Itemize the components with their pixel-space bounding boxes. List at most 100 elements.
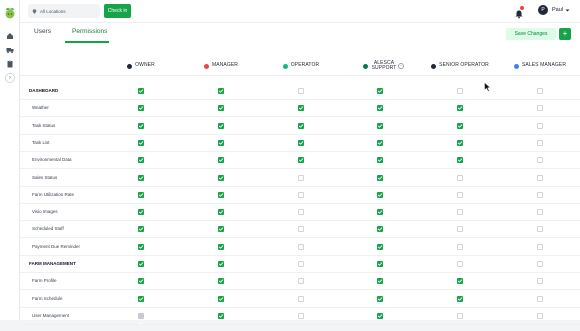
- permission-checkbox-unchecked[interactable]: [537, 243, 543, 250]
- tab-users[interactable]: Users: [34, 28, 51, 35]
- permission-checkbox-checked[interactable]: [457, 105, 463, 112]
- permission-checkbox-unchecked[interactable]: [298, 174, 304, 181]
- add-role-button[interactable]: +: [559, 28, 571, 40]
- permission-checkbox-unchecked[interactable]: [298, 261, 304, 267]
- permission-checkbox-unchecked[interactable]: [298, 295, 304, 302]
- permission-checkbox-unchecked[interactable]: [537, 295, 543, 302]
- permission-checkbox-checked[interactable]: [218, 278, 224, 285]
- permission-checkbox-checked[interactable]: [138, 191, 144, 198]
- permission-checkbox-checked[interactable]: [298, 122, 304, 129]
- permission-checkbox-checked[interactable]: [377, 105, 383, 112]
- permission-checkbox-checked[interactable]: [377, 88, 383, 94]
- permission-checkbox-checked[interactable]: [377, 122, 383, 129]
- permission-checkbox-disabled[interactable]: [138, 312, 144, 325]
- permission-checkbox-unchecked[interactable]: [298, 226, 304, 233]
- permission-checkbox-checked[interactable]: [377, 278, 383, 285]
- permission-checkbox-checked[interactable]: [457, 139, 463, 146]
- permission-checkbox-unchecked[interactable]: [537, 122, 543, 129]
- permission-checkbox-unchecked[interactable]: [537, 226, 543, 233]
- permission-checkbox-unchecked[interactable]: [457, 226, 463, 233]
- permission-checkbox-checked[interactable]: [138, 139, 144, 146]
- permission-checkbox-checked[interactable]: [377, 243, 383, 250]
- permission-checkbox-checked[interactable]: [218, 295, 224, 302]
- permission-checkbox-checked[interactable]: [377, 209, 383, 216]
- user-name[interactable]: Paul: [552, 7, 563, 13]
- permission-checkbox-checked[interactable]: [298, 105, 304, 112]
- permission-checkbox-unchecked[interactable]: [537, 88, 543, 94]
- sidebar-expand-button[interactable]: ›: [5, 73, 15, 83]
- permission-checkbox-unchecked[interactable]: [537, 174, 543, 181]
- permission-checkbox-unchecked[interactable]: [298, 191, 304, 198]
- brand-logo-icon[interactable]: [3, 6, 17, 20]
- permission-checkbox-checked[interactable]: [218, 122, 224, 129]
- permission-checkbox-unchecked[interactable]: [537, 157, 543, 164]
- permission-checkbox-unchecked[interactable]: [298, 312, 304, 319]
- permission-checkbox-unchecked[interactable]: [537, 209, 543, 216]
- permission-checkbox-unchecked[interactable]: [537, 278, 543, 285]
- check-in-button[interactable]: Check in: [104, 4, 131, 18]
- permission-checkbox-checked[interactable]: [218, 157, 224, 164]
- permission-checkbox-checked[interactable]: [218, 139, 224, 146]
- permission-checkbox-unchecked[interactable]: [537, 312, 543, 319]
- permission-checkbox-checked[interactable]: [377, 261, 383, 267]
- permission-checkbox-unchecked[interactable]: [537, 191, 543, 198]
- permission-checkbox-unchecked[interactable]: [298, 209, 304, 216]
- home-icon[interactable]: [5, 31, 15, 41]
- permission-checkbox-unchecked[interactable]: [537, 139, 543, 146]
- permission-checkbox-checked[interactable]: [138, 295, 144, 302]
- permission-checkbox-checked[interactable]: [138, 88, 144, 94]
- permission-checkbox-checked[interactable]: [218, 209, 224, 216]
- permission-checkbox-checked[interactable]: [457, 295, 463, 302]
- permission-checkbox-checked[interactable]: [138, 174, 144, 181]
- permission-checkbox-checked[interactable]: [377, 295, 383, 302]
- permission-checkbox-checked[interactable]: [298, 157, 304, 164]
- permission-checkbox-checked[interactable]: [138, 261, 144, 267]
- permission-checkbox-checked[interactable]: [218, 261, 224, 267]
- permission-checkbox-checked[interactable]: [218, 191, 224, 198]
- tab-permissions[interactable]: Permissions: [72, 28, 107, 35]
- notifications-bell-icon[interactable]: [514, 6, 524, 19]
- permission-checkbox-checked[interactable]: [138, 243, 144, 250]
- permission-checkbox-checked[interactable]: [138, 226, 144, 233]
- clipboard-icon[interactable]: [5, 59, 15, 69]
- permission-checkbox-checked[interactable]: [218, 174, 224, 181]
- permission-checkbox-unchecked[interactable]: [457, 243, 463, 250]
- chevron-down-icon[interactable]: [565, 8, 570, 13]
- truck-icon[interactable]: [5, 45, 15, 55]
- save-changes-button[interactable]: Save Changes: [506, 28, 556, 40]
- permission-checkbox-checked[interactable]: [218, 243, 224, 250]
- permission-checkbox-checked[interactable]: [138, 122, 144, 129]
- permission-checkbox-unchecked[interactable]: [537, 105, 543, 112]
- permission-checkbox-unchecked[interactable]: [457, 312, 463, 319]
- permission-checkbox-checked[interactable]: [457, 278, 463, 285]
- permission-checkbox-unchecked[interactable]: [457, 209, 463, 216]
- permission-checkbox-checked[interactable]: [218, 105, 224, 112]
- permission-checkbox-checked[interactable]: [138, 209, 144, 216]
- permission-checkbox-checked[interactable]: [457, 122, 463, 129]
- remove-role-icon[interactable]: −: [398, 63, 404, 69]
- permission-checkbox-checked[interactable]: [218, 88, 224, 94]
- permission-checkbox-checked[interactable]: [298, 139, 304, 146]
- permission-checkbox-unchecked[interactable]: [298, 88, 304, 94]
- location-selector[interactable]: All Locations: [28, 4, 100, 18]
- permission-checkbox-unchecked[interactable]: [298, 243, 304, 250]
- permission-checkbox-checked[interactable]: [377, 174, 383, 181]
- permission-checkbox-checked[interactable]: [377, 139, 383, 146]
- permission-checkbox-checked[interactable]: [377, 226, 383, 233]
- permission-checkbox-checked[interactable]: [138, 105, 144, 112]
- user-avatar[interactable]: P: [538, 5, 548, 15]
- permission-checkbox-checked[interactable]: [377, 312, 383, 319]
- permission-checkbox-checked[interactable]: [218, 226, 224, 233]
- permission-checkbox-unchecked[interactable]: [457, 261, 463, 267]
- permission-checkbox-unchecked[interactable]: [457, 88, 463, 94]
- permission-checkbox-checked[interactable]: [377, 157, 383, 164]
- permission-checkbox-checked[interactable]: [218, 312, 224, 319]
- permission-checkbox-unchecked[interactable]: [457, 191, 463, 198]
- permission-checkbox-unchecked[interactable]: [298, 278, 304, 285]
- permission-checkbox-checked[interactable]: [138, 278, 144, 285]
- permission-checkbox-checked[interactable]: [138, 157, 144, 164]
- permission-checkbox-checked[interactable]: [457, 157, 463, 164]
- permission-checkbox-checked[interactable]: [377, 191, 383, 198]
- permission-checkbox-unchecked[interactable]: [537, 261, 543, 267]
- permission-checkbox-unchecked[interactable]: [457, 174, 463, 181]
